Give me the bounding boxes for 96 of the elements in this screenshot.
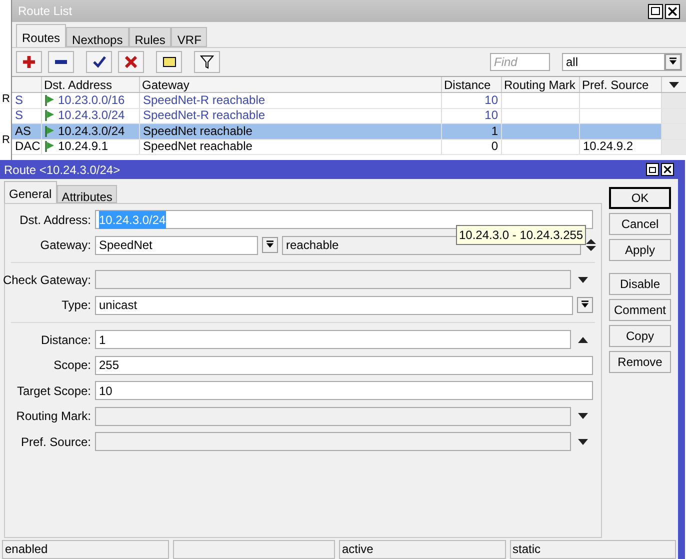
flag-icon [45, 126, 55, 137]
input-field[interactable]: 255 [95, 356, 593, 375]
maximize-button[interactable] [646, 163, 659, 176]
table-row[interactable]: AS 10.24.3.0/24 SpeedNet reachable 1 [12, 124, 686, 140]
field-value: 10.24.3.0/24 [99, 210, 166, 229]
enable-button[interactable] [86, 51, 112, 73]
find-field[interactable]: Find [490, 53, 550, 71]
field-value: SpeedNet [99, 237, 152, 254]
dialog-button[interactable]: Comment [609, 299, 671, 321]
dialog-button[interactable]: Disable [609, 273, 671, 295]
close-button[interactable] [665, 4, 680, 18]
table-cell: SpeedNet reachable [143, 139, 252, 154]
table-cell: SpeedNet reachable [143, 124, 252, 139]
status-cell: enabled [2, 540, 168, 559]
tooltip: 10.24.3.0 - 10.24.3.255 [456, 225, 586, 245]
dialog-button[interactable]: Remove [609, 351, 671, 373]
field-value: 1 [99, 332, 106, 349]
input-field[interactable]: SpeedNet [95, 236, 258, 255]
plus-icon [23, 56, 35, 68]
column-header[interactable]: Dst. Address [42, 77, 140, 92]
table-cell: 10.23.0.0/16 [58, 92, 125, 108]
status-cell: active [339, 540, 506, 559]
table-cell: SpeedNet-R reachable [143, 92, 266, 108]
dropdown-arrow-icon[interactable] [577, 276, 589, 284]
up-arrow-icon[interactable] [577, 336, 589, 344]
dialog-button[interactable]: OK [609, 187, 671, 209]
column-header[interactable]: Gateway [140, 77, 442, 92]
tab[interactable]: Nexthops [66, 27, 129, 47]
tab[interactable]: Routes [16, 24, 66, 47]
dropdown-icon[interactable] [577, 297, 593, 314]
dialog-button[interactable]: Copy [609, 325, 671, 347]
table-cell: DAC [15, 139, 40, 154]
field-label: Target Scope: [16, 382, 91, 400]
input-field[interactable]: 10 [95, 381, 593, 400]
table-cell: S [15, 92, 24, 108]
row-mark: R [2, 93, 10, 106]
dropdown-arrow-icon[interactable] [577, 438, 589, 446]
table-row[interactable]: S 10.24.3.0/24 SpeedNet-R reachable 10 [12, 108, 686, 124]
dropdown-field[interactable]: unicast [95, 296, 573, 315]
flag-icon [45, 141, 55, 152]
table-cell: 10.24.3.0/24 [58, 108, 125, 124]
dropdown-arrow-icon[interactable] [668, 80, 680, 88]
field-label: Gateway: [40, 237, 91, 254]
field-label: Scope: [54, 357, 91, 374]
table-row[interactable]: S 10.23.0.0/16 SpeedNet-R reachable 10 [12, 93, 686, 108]
maximize-button[interactable] [648, 4, 663, 18]
add-button[interactable] [16, 51, 42, 73]
filter-icon [200, 55, 214, 69]
table-cell: 10.24.9.1 [58, 139, 108, 154]
comment-button[interactable] [156, 51, 182, 73]
table-cell: SpeedNet-R reachable [143, 108, 266, 124]
input-field[interactable]: 1 [95, 330, 571, 350]
cross-icon [125, 56, 137, 68]
dialog-button[interactable]: Cancel [609, 213, 671, 235]
dialog-title: Route <10.24.3.0/24> [4, 162, 120, 178]
column-header[interactable]: Pref. Source [580, 77, 662, 92]
field-value: 255 [99, 357, 120, 374]
table-cell: AS [15, 124, 32, 139]
dropdown-icon[interactable] [665, 54, 681, 70]
dropdown-arrow-icon[interactable] [577, 412, 589, 420]
flag-icon [45, 94, 55, 106]
row-mark: R [2, 134, 10, 147]
tab[interactable]: Rules [128, 27, 172, 47]
field-value: 10 [99, 382, 112, 400]
tab[interactable]: General [4, 181, 57, 203]
disable-button[interactable] [118, 51, 144, 73]
field-label: Routing Mark: [16, 408, 91, 426]
table-cell: 10 [484, 92, 498, 108]
close-button[interactable] [661, 163, 674, 176]
column-header[interactable]: Routing Mark [502, 77, 580, 92]
table-cell: 0 [491, 139, 498, 154]
status-cell: static [510, 540, 676, 559]
filter-dropdown[interactable]: all [562, 53, 682, 71]
remove-button[interactable] [48, 51, 74, 73]
dropdown-icon[interactable] [262, 237, 278, 254]
filter-button[interactable] [194, 51, 220, 73]
window-title: Route List [18, 3, 72, 20]
field-label: Check Gateway: [2, 272, 91, 289]
table-cell: S [15, 108, 24, 124]
tab[interactable]: VRF [171, 27, 208, 47]
checkmark-icon [92, 56, 106, 68]
dialog-button[interactable]: Apply [609, 239, 671, 261]
tab[interactable]: Attributes [56, 185, 118, 203]
table-cell: 10.24.9.2 [583, 139, 634, 154]
table-cell: 10.24.3.0/24 [58, 124, 125, 139]
up-down-arrows-icon[interactable] [585, 238, 597, 252]
flag-icon [45, 110, 55, 122]
table-row[interactable]: DAC 10.24.9.1 SpeedNet reachable 0 10.24.9.2 [12, 140, 686, 155]
table-cell: 1 [491, 124, 498, 139]
column-header[interactable]: Distance [442, 77, 502, 92]
field-value: unicast [99, 297, 138, 314]
field-label: Dst. Address: [20, 212, 91, 229]
field-label: Type: [62, 297, 91, 314]
field-label: Distance: [40, 332, 91, 349]
table-cell: 10 [484, 108, 498, 124]
field-label: Pref. Source: [20, 434, 91, 451]
